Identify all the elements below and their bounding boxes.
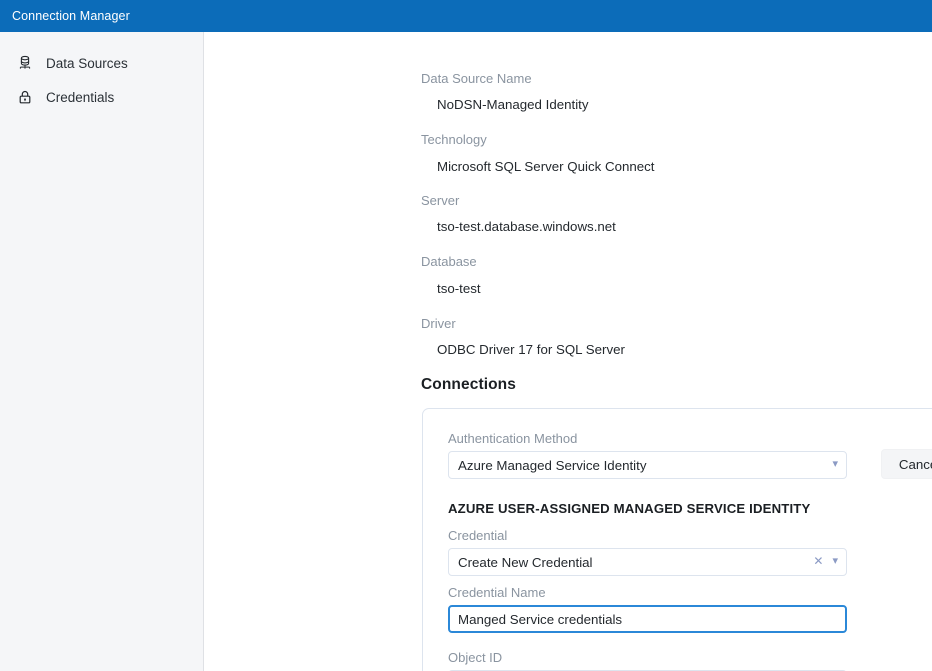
lock-icon: [16, 88, 34, 106]
field-value-technology: Microsoft SQL Server Quick Connect: [429, 158, 655, 175]
field-label-database: Database: [421, 253, 477, 270]
credential-name-input[interactable]: Manged Service credentials: [448, 605, 847, 633]
sidebar-item-credentials[interactable]: Credentials: [0, 80, 203, 114]
field-label-driver: Driver: [421, 315, 456, 332]
authentication-method-select[interactable]: Azure Managed Service Identity ▾: [448, 451, 847, 479]
credential-name-label: Credential Name: [448, 585, 848, 601]
window-title: Connection Manager: [12, 9, 130, 23]
chevron-down-icon: ▾: [832, 459, 838, 470]
field-value-driver: ODBC Driver 17 for SQL Server: [429, 341, 625, 358]
cancel-button[interactable]: Cancel: [881, 449, 932, 479]
field-label-data-source-name: Data Source Name: [421, 70, 532, 87]
sidebar-item-data-sources[interactable]: Data Sources: [0, 46, 203, 80]
authentication-method-label: Authentication Method: [448, 431, 848, 447]
field-value-server: tso-test.database.windows.net: [429, 218, 616, 235]
chevron-down-icon: ▾: [832, 556, 838, 567]
field-label-technology: Technology: [421, 131, 487, 148]
connection-form: Authentication Method Azure Managed Serv…: [448, 431, 848, 671]
field-value-database: tso-test: [429, 280, 481, 297]
sidebar-item-label: Credentials: [46, 90, 114, 105]
connections-header: Connections + Connect Credential: [421, 376, 932, 394]
field-value-data-source-name: NoDSN-Managed Identity: [429, 96, 589, 113]
app-body: Data Sources Credentials Data Source Nam…: [0, 32, 932, 671]
object-id-label: Object ID: [448, 650, 848, 666]
sidebar-item-label: Data Sources: [46, 56, 128, 71]
credential-name-value: Manged Service credentials: [458, 612, 622, 627]
credential-select[interactable]: Create New Credential ✕ ▾: [448, 548, 847, 576]
close-icon[interactable]: ✕: [813, 555, 823, 567]
authentication-method-value: Azure Managed Service Identity: [458, 458, 832, 473]
credential-label: Credential: [448, 528, 848, 544]
connections-title: Connections: [421, 376, 516, 394]
field-label-server: Server: [421, 192, 459, 209]
window-titlebar: Connection Manager: [0, 0, 932, 32]
credential-value: Create New Credential: [458, 555, 813, 570]
main-content: Data Source Name NoDSN-Managed Identity …: [204, 32, 932, 671]
managed-identity-section-heading: AZURE USER-ASSIGNED MANAGED SERVICE IDEN…: [448, 501, 848, 516]
card-actions: Cancel Create and Link: [881, 449, 932, 479]
connection-card: Authentication Method Azure Managed Serv…: [422, 408, 932, 671]
sidebar: Data Sources Credentials: [0, 32, 204, 671]
database-icon: [16, 54, 34, 72]
